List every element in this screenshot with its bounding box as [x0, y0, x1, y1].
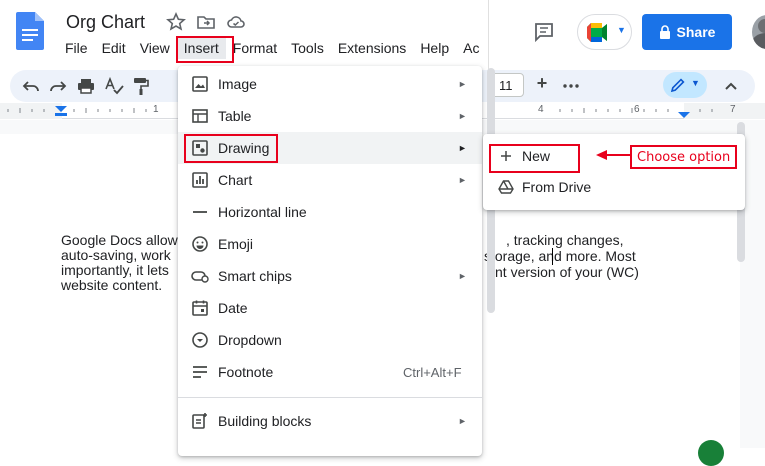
- insert-menu-item-building-blocks[interactable]: Building blocks ►: [178, 405, 482, 437]
- menu-bar: File Edit View Insert Format Tools Exten…: [58, 37, 486, 61]
- submenu-item-label: From Drive: [522, 179, 592, 195]
- menu-file[interactable]: File: [58, 37, 95, 59]
- submenu-arrow-icon: ►: [458, 416, 467, 426]
- insert-menu-item-smart-chips[interactable]: Smart chips ►: [178, 260, 482, 292]
- menu-view[interactable]: View: [133, 37, 177, 59]
- horizontal-line-icon: [193, 211, 207, 213]
- menu-item-label: Footnote: [218, 364, 274, 380]
- menu-item-label: Building blocks: [218, 413, 312, 429]
- star-icon[interactable]: [166, 12, 186, 32]
- submenu-arrow-icon: ►: [458, 271, 467, 281]
- increase-font-size-icon[interactable]: +: [532, 73, 552, 97]
- document-title[interactable]: Org Chart: [66, 12, 145, 33]
- footnote-icon: [193, 366, 207, 378]
- keyboard-shortcut: Ctrl+Alt+F: [403, 364, 462, 380]
- redo-icon[interactable]: [48, 76, 68, 96]
- menu-item-label: Dropdown: [218, 332, 282, 348]
- insert-menu-item-dropdown[interactable]: Dropdown: [178, 324, 482, 356]
- chevron-down-icon: ▼: [691, 78, 700, 88]
- meet-button[interactable]: ▼: [577, 14, 632, 50]
- submenu-arrow-icon: ►: [458, 175, 467, 185]
- smart-chips-icon: [191, 271, 209, 283]
- doc-line-fragment: , tracking changes,: [506, 232, 624, 248]
- annotation-callout: Choose option: [630, 145, 737, 169]
- menu-format[interactable]: Format: [226, 37, 284, 59]
- doc-line-fragment: nt version of your (WC): [495, 264, 639, 280]
- annotation-arrow-icon: [596, 150, 632, 160]
- lock-icon: [659, 25, 670, 39]
- menu-extensions[interactable]: Extensions: [331, 37, 413, 59]
- building-blocks-icon: [192, 413, 207, 429]
- insert-menu-item-image[interactable]: Image ►: [178, 68, 482, 100]
- dropdown-icon: [192, 332, 208, 348]
- menu-help[interactable]: Help: [413, 37, 456, 59]
- spellcheck-icon[interactable]: [104, 76, 124, 96]
- menu-divider: [178, 397, 482, 398]
- menu-item-label: Smart chips: [218, 268, 292, 284]
- paint-format-icon[interactable]: [131, 76, 151, 96]
- menu-item-label: Horizontal line: [218, 204, 307, 220]
- ruler-mark: 7: [730, 104, 736, 115]
- share-button[interactable]: Share: [642, 14, 732, 50]
- insert-menu-item-table[interactable]: Table ►: [178, 100, 482, 132]
- menu-accessibility[interactable]: Ac: [456, 37, 486, 59]
- table-icon: [192, 109, 208, 123]
- drawing-submenu-item-from-drive[interactable]: From Drive: [483, 171, 745, 203]
- image-icon: [192, 76, 208, 92]
- pencil-icon: [670, 78, 685, 93]
- insert-menu-item-emoji[interactable]: Emoji: [178, 228, 482, 260]
- chart-icon: [192, 172, 208, 188]
- submenu-arrow-icon: ►: [458, 111, 467, 121]
- ruler-mark: 6: [634, 104, 640, 115]
- chevron-up-icon[interactable]: [721, 76, 741, 96]
- more-options-icon[interactable]: [561, 76, 581, 96]
- insert-menu-item-footnote[interactable]: Footnote Ctrl+Alt+F: [178, 356, 482, 388]
- cloud-saved-icon[interactable]: [226, 12, 246, 32]
- print-icon[interactable]: [76, 76, 96, 96]
- menu-item-label: Chart: [218, 172, 253, 188]
- submenu-arrow-icon: ►: [458, 143, 467, 153]
- menu-item-label: Emoji: [218, 236, 254, 252]
- share-label: Share: [676, 24, 716, 40]
- undo-icon[interactable]: [21, 76, 41, 96]
- insert-menu-item-date[interactable]: Date: [178, 292, 482, 324]
- editing-mode-button[interactable]: ▼: [663, 72, 707, 98]
- meet-dropdown-caret: ▼: [617, 25, 626, 35]
- menu-item-label: Table: [218, 108, 252, 124]
- submenu-arrow-icon: ►: [458, 79, 467, 89]
- menu-item-label: Date: [218, 300, 248, 316]
- comment-history-icon[interactable]: [532, 20, 556, 44]
- insert-menu-highlight: [176, 36, 234, 63]
- new-item-highlight: [489, 144, 580, 173]
- drive-icon: [498, 180, 514, 194]
- docs-logo-icon[interactable]: [16, 12, 44, 50]
- ruler-mark: 4: [538, 104, 544, 115]
- insert-menu-item-horizontal-line[interactable]: Horizontal line: [178, 196, 482, 228]
- insert-menu-item-chart[interactable]: Chart ►: [178, 164, 482, 196]
- explore-button[interactable]: [698, 440, 724, 466]
- emoji-icon: [192, 236, 208, 252]
- ruler-mark: 1: [153, 104, 159, 115]
- move-folder-icon[interactable]: [196, 12, 216, 32]
- menu-tools[interactable]: Tools: [284, 37, 331, 59]
- menu-edit[interactable]: Edit: [95, 37, 133, 59]
- doc-line-fragment: storage, and more. Most: [484, 248, 636, 264]
- drawing-item-highlight: [184, 134, 278, 163]
- date-icon: [192, 300, 208, 316]
- menu-item-label: Image: [218, 76, 257, 92]
- meet-icon: [587, 23, 607, 42]
- text-cursor: [552, 248, 553, 265]
